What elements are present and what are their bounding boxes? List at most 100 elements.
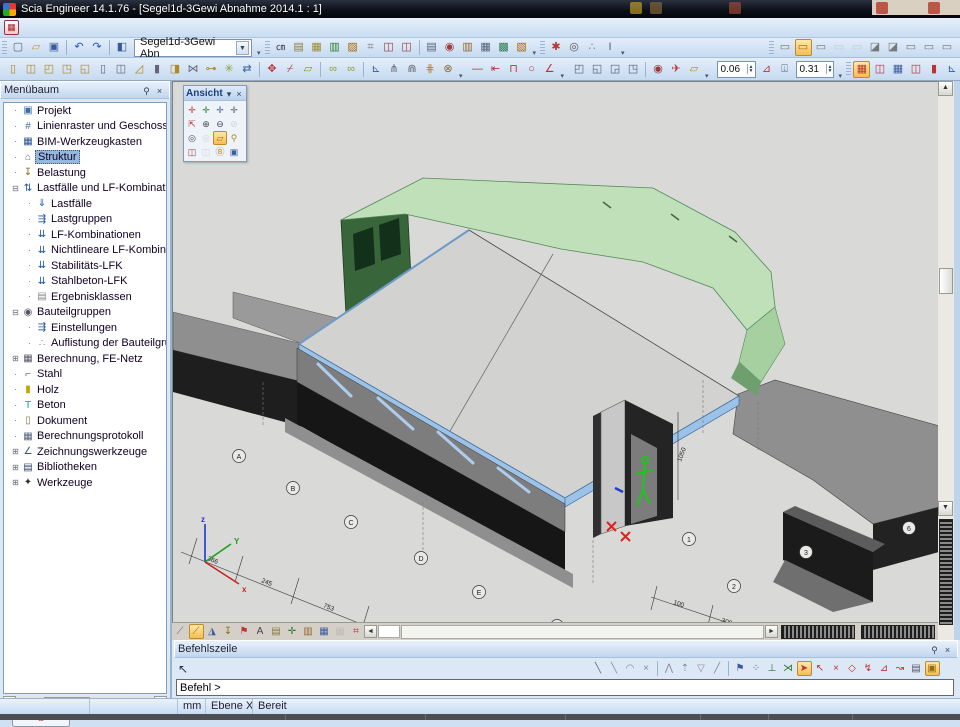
reinforcement-5-icon[interactable]: ▮ (925, 61, 942, 78)
tree-item-berechnungsprotokoll[interactable]: ·▦Berechnungsprotokoll (4, 429, 166, 445)
render-mode-6-icon[interactable]: ◪ (867, 39, 884, 56)
rotate-roller-vertical[interactable] (939, 519, 953, 625)
tree-item-stahl[interactable]: ·⌐Stahl (4, 367, 166, 383)
reinforcement-1-icon[interactable]: ▦ (853, 61, 870, 78)
tree-item-belastung[interactable]: ·↧Belastung (4, 165, 166, 181)
tree-item-nichtlineare-lf-kombinatio[interactable]: ·⇊Nichtlineare LF-Kombinatio (4, 243, 166, 259)
dimension-chain-icon[interactable]: ⊓ (505, 61, 522, 78)
haunch-icon[interactable]: ◿ (131, 61, 148, 78)
beam-icon[interactable]: ◫ (23, 61, 40, 78)
hinge-icon[interactable]: ⊶ (203, 61, 220, 78)
intersect-icon[interactable]: ⊗ (440, 61, 457, 78)
measure-icon[interactable]: ⌿ (282, 61, 299, 78)
rotate-roller-horizontal-1[interactable] (781, 625, 855, 639)
opening-icon[interactable]: ◱ (77, 61, 94, 78)
tree-item-stahlbeton-lfk[interactable]: ·⇊Stahlbeton-LFK (4, 274, 166, 290)
stamp-tab-icon[interactable]: ▤ (269, 624, 284, 639)
reinforcement-2-icon[interactable]: ◫ (871, 61, 888, 78)
snap-diag-icon[interactable]: ╱ (710, 661, 725, 676)
snap-up-icon[interactable]: ⇡ (678, 661, 693, 676)
scale-spinner-1[interactable]: 0.06 ▲▼ (717, 61, 756, 78)
view-axo-icon[interactable]: ✛ (227, 103, 241, 117)
zoom-window-icon[interactable]: ◎ (185, 131, 199, 145)
line-icon[interactable]: — (469, 61, 486, 78)
render-mode-7-icon[interactable]: ◪ (885, 39, 902, 56)
status-units[interactable]: mm (178, 699, 206, 714)
snap-flag-icon[interactable]: ⚑ (733, 661, 748, 676)
gallery-1-icon[interactable]: ◫ (380, 39, 397, 56)
camera-view-icon[interactable]: ◫ (185, 145, 199, 159)
toolbar-grip[interactable] (265, 41, 270, 55)
snap-scissors-icon[interactable]: ⋊ (781, 661, 796, 676)
document-book-icon[interactable]: ▥ (459, 39, 476, 56)
tree-item-lastf-lle[interactable]: ·⇓Lastfälle (4, 196, 166, 212)
snap-perpendicular-icon[interactable]: ⊿ (877, 661, 892, 676)
dimension-icon[interactable]: ⇤ (487, 61, 504, 78)
view-yz-icon[interactable]: ✛ (199, 103, 213, 117)
pin-icon[interactable]: ⚲ (140, 84, 153, 97)
new-document-icon[interactable]: ▢ (10, 39, 27, 56)
expand-toggle-icon[interactable]: ⊟ (10, 184, 21, 193)
tree-item-lastgruppen[interactable]: ·⇶Lastgruppen (4, 212, 166, 228)
calculation-setup-icon[interactable]: ▦ (308, 39, 325, 56)
cross-link-icon[interactable]: ⇄ (239, 61, 256, 78)
toolbar-grip[interactable] (2, 41, 7, 55)
snap-dot-grid-icon[interactable]: ⁘ (749, 661, 764, 676)
close-icon[interactable]: × (941, 643, 954, 656)
fe-mesh-icon[interactable]: ⌗ (362, 39, 379, 56)
truss-icon[interactable]: ⋈ (185, 61, 202, 78)
doc-tab-icon[interactable]: ▥ (301, 624, 316, 639)
snap-intersection-icon[interactable]: × (829, 661, 844, 676)
command-input[interactable] (176, 679, 954, 696)
status-plane[interactable]: Ebene XY (206, 699, 253, 714)
overflow-chevron-icon[interactable]: ▾ (533, 49, 537, 57)
snap-down-icon[interactable]: ▽ (694, 661, 709, 676)
column-icon[interactable]: ▯ (5, 61, 22, 78)
undo-icon[interactable]: ↶ (71, 39, 88, 56)
snap-printer-icon[interactable]: ▤ (909, 661, 924, 676)
expand-toggle-icon[interactable]: ⊞ (10, 478, 21, 487)
settings-b-icon[interactable]: Ⓑ (213, 145, 227, 159)
viewport-vscrollbar[interactable]: ▲ ▼ (938, 81, 954, 640)
close-icon[interactable]: × (234, 87, 244, 100)
layer-tab-1-icon[interactable]: ⟋ (173, 624, 188, 639)
calculator-icon[interactable]: ▦ (477, 39, 494, 56)
walk-through-icon[interactable]: ⇱ (185, 117, 199, 131)
layer-folder-icon[interactable]: ▱ (213, 131, 227, 145)
cut-icon[interactable]: ⋕ (422, 61, 439, 78)
table-export-icon[interactable]: ▥ (326, 39, 343, 56)
view-xz-icon[interactable]: ✛ (213, 103, 227, 117)
circle-icon[interactable]: ○ (523, 61, 540, 78)
plate-icon[interactable]: ◰ (41, 61, 58, 78)
document-restore-icon[interactable]: ▦ (4, 20, 19, 35)
overflow-chevron-icon[interactable]: ▾ (705, 72, 709, 80)
layers-icon[interactable]: ▤ (290, 39, 307, 56)
snap-midpoint-icon[interactable]: ◇ (845, 661, 860, 676)
snap-line-icon[interactable]: ╲ (591, 661, 606, 676)
chevron-down-icon[interactable]: ▾ (224, 87, 234, 100)
reinforcement-6-icon[interactable]: ⊾ (943, 61, 960, 78)
palette-header[interactable]: Ansicht ▾ × (184, 86, 246, 101)
tree-item-einstellungen[interactable]: ·⇶Einstellungen (4, 320, 166, 336)
vscroll-thumb[interactable] (939, 268, 953, 294)
select-1-icon[interactable]: ◰ (571, 61, 588, 78)
select-3-icon[interactable]: ◲ (607, 61, 624, 78)
axes-tab-icon[interactable]: ✛ (285, 624, 300, 639)
shell-icon[interactable]: ◫ (113, 61, 130, 78)
tree-item-holz[interactable]: ·▮Holz (4, 382, 166, 398)
member-check-icon[interactable]: I (602, 39, 619, 56)
3d-viewport[interactable]: 366 245 753 1427 2575 100 300 400 1050 A… (172, 81, 938, 622)
overflow-chevron-icon[interactable]: ▾ (561, 72, 565, 80)
support-icon[interactable]: ✳ (221, 61, 238, 78)
project-dropdown[interactable]: Segel1d-3Gewi Abn ▼ (134, 39, 252, 57)
rib-icon[interactable]: ▯ (95, 61, 112, 78)
toolbar-grip[interactable] (540, 41, 545, 55)
view-xy-icon[interactable]: ✛ (185, 103, 199, 117)
tree-item-werkzeuge[interactable]: ⊞✦Werkzeuge (4, 475, 166, 491)
scroll-down-icon[interactable]: ▼ (938, 501, 953, 516)
render-mode-9-icon[interactable]: ▭ (921, 39, 938, 56)
toolbar-grip[interactable] (769, 41, 774, 55)
tree-item-bibliotheken[interactable]: ⊞▤Bibliotheken (4, 460, 166, 476)
snap-arc-center-icon[interactable]: ↝ (893, 661, 908, 676)
scale-loads-icon[interactable]: ⊿ (758, 61, 775, 78)
